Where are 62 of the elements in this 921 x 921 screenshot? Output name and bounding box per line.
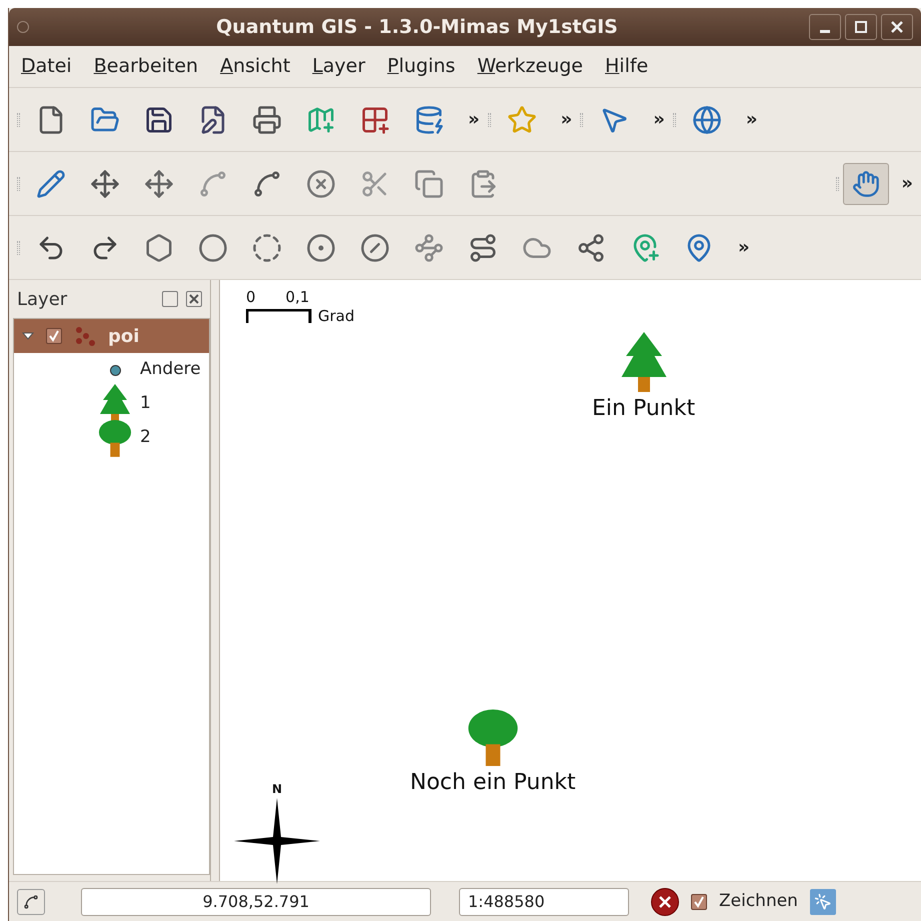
legend-label: 1 (140, 392, 151, 416)
point-label: Noch ein Punkt (410, 769, 576, 797)
legend-label: 2 (140, 426, 151, 450)
layer-checkbox[interactable] (46, 328, 62, 344)
maximize-icon (854, 20, 868, 34)
render-label: Zeichnen (719, 890, 798, 913)
tree-icon (98, 418, 132, 458)
point-layer-icon (74, 326, 96, 346)
layer-row[interactable]: poi (14, 319, 209, 353)
toolbar-overflow[interactable]: » (653, 106, 665, 133)
projection-button[interactable] (810, 888, 836, 914)
stop-render-button[interactable] (651, 888, 679, 916)
globe-icon (692, 104, 722, 134)
pencil-icon (36, 168, 66, 198)
toolbar-overflow[interactable]: » (468, 106, 480, 133)
render-checkbox[interactable] (691, 894, 707, 910)
scale-bar (246, 308, 312, 322)
menu-item[interactable]: Bearbeiten (94, 52, 198, 81)
star-map-icon (506, 104, 537, 134)
menu-item[interactable]: Datei (21, 52, 72, 81)
coordinates-field[interactable]: 9.708,52.791 (81, 888, 431, 916)
close-button[interactable] (881, 14, 913, 40)
toolbar-overflow[interactable]: » (746, 106, 758, 133)
layer-name: poi (108, 324, 140, 348)
point-label: Ein Punkt (592, 395, 696, 423)
minimize-button[interactable] (809, 14, 841, 40)
polygon-icon (144, 232, 174, 262)
scale-unit: Grad (318, 306, 355, 326)
menu-item[interactable]: Plugins (387, 52, 456, 81)
coordinate-toggle-button[interactable] (17, 888, 45, 914)
scale-label: 0 (246, 287, 256, 308)
menu-item[interactable]: Hilfe (605, 52, 648, 81)
toolbar-overflow[interactable]: » (560, 106, 572, 133)
toolbar-overflow[interactable]: » (901, 170, 913, 197)
move-icon (90, 168, 120, 198)
scale-field[interactable]: 1:488580 (459, 888, 629, 916)
legend-label: Andere (140, 358, 201, 382)
north-label: N (272, 781, 282, 798)
delete-icon (306, 168, 336, 198)
window-title: Quantum GIS - 1.3.0-Mimas My1stGIS (215, 14, 619, 40)
copy-icon (414, 168, 444, 198)
close-icon (659, 896, 671, 908)
minimize-icon (820, 30, 830, 32)
hand-icon (852, 170, 880, 198)
close-icon (890, 20, 904, 34)
north-arrow-icon (234, 798, 320, 884)
expand-arrow-icon[interactable] (22, 331, 34, 341)
pan-button[interactable] (843, 162, 890, 204)
toolbar-overflow[interactable]: » (738, 234, 750, 261)
float-button[interactable] (162, 291, 178, 307)
menu-item[interactable]: Werkzeuge (477, 52, 583, 81)
window-menu-icon[interactable] (17, 21, 29, 33)
scale-label: 0,1 (286, 287, 310, 308)
save-icon (144, 104, 174, 134)
menu-item[interactable]: Ansicht (220, 52, 290, 81)
ring-icon (198, 232, 228, 262)
menu-item[interactable]: Layer (312, 52, 366, 81)
panel-title: Layer (17, 288, 68, 312)
move-feature-icon (144, 168, 174, 198)
printer-icon (252, 104, 282, 134)
maximize-button[interactable] (845, 14, 877, 40)
close-panel-button[interactable] (186, 291, 202, 307)
